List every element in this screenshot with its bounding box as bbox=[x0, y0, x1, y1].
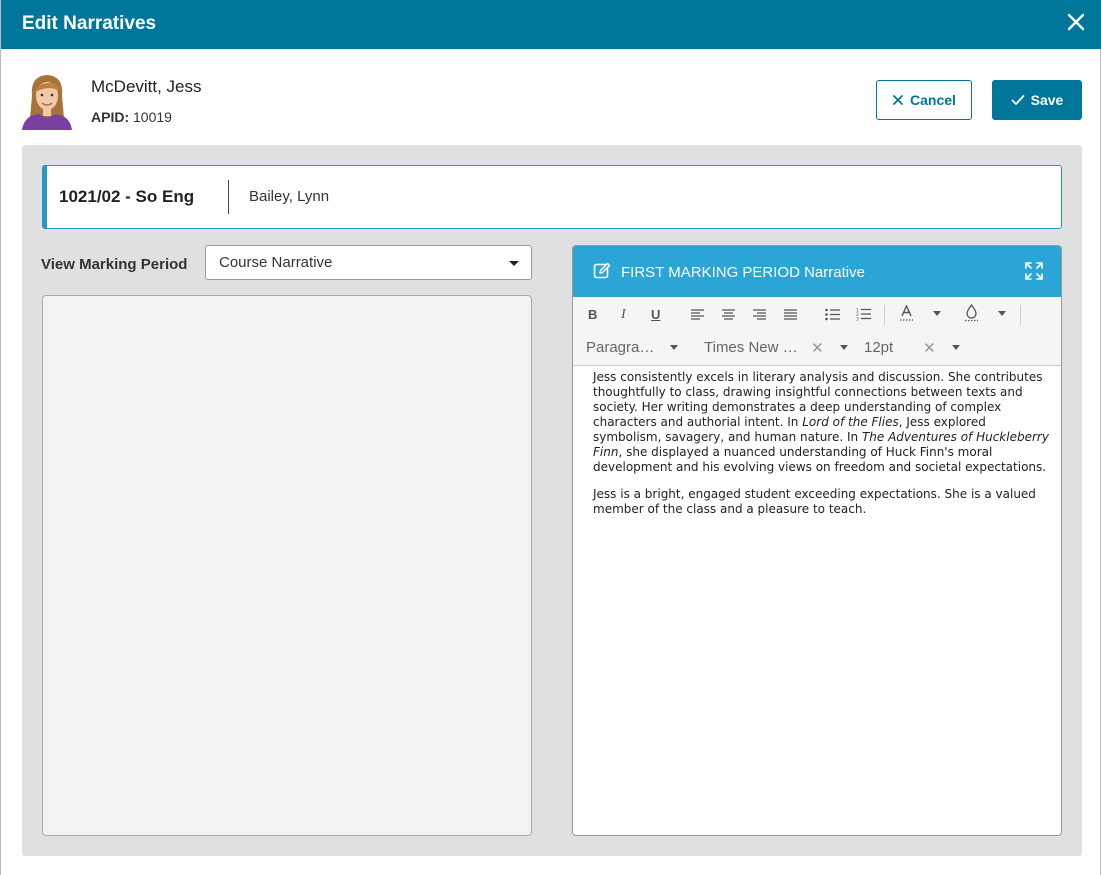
marking-period-label: View Marking Period bbox=[41, 256, 188, 273]
cancel-button[interactable]: Cancel bbox=[876, 80, 972, 120]
narrative-paragraph: Jess consistently excels in literary ana… bbox=[593, 370, 1049, 474]
chevron-down-icon[interactable] bbox=[998, 311, 1006, 316]
editor-header: FIRST MARKING PERIOD Narrative bbox=[573, 246, 1061, 297]
dialog-titlebar: Edit Narratives bbox=[1, 0, 1101, 49]
chevron-down-icon[interactable] bbox=[933, 311, 941, 316]
course-divider bbox=[228, 180, 229, 214]
toolbar-divider bbox=[1020, 305, 1021, 325]
clear-size-icon[interactable]: ✕ bbox=[923, 339, 936, 357]
paragraph-format-select[interactable]: Paragra… bbox=[586, 339, 654, 356]
bulleted-list-icon[interactable] bbox=[825, 308, 840, 321]
narrative-paragraph: Jess is a bright, engaged student exceed… bbox=[593, 487, 1036, 516]
course-bar: 1021/02 - So Eng Bailey, Lynn bbox=[42, 165, 1062, 229]
dialog-title: Edit Narratives bbox=[22, 13, 157, 34]
save-button[interactable]: Save bbox=[992, 80, 1082, 120]
italic-button[interactable]: I bbox=[621, 307, 626, 323]
numbered-list-icon[interactable]: 123 bbox=[856, 307, 871, 321]
edit-icon bbox=[593, 262, 611, 280]
narrative-preview-pane bbox=[42, 295, 532, 836]
apid: APID: 10019 bbox=[91, 109, 172, 125]
apid-value: 10019 bbox=[133, 109, 172, 125]
chevron-down-icon[interactable] bbox=[670, 345, 678, 350]
align-right-icon[interactable] bbox=[753, 309, 766, 320]
clear-font-icon[interactable]: ✕ bbox=[811, 339, 824, 357]
editor-title: FIRST MARKING PERIOD Narrative bbox=[621, 264, 865, 281]
font-family-select[interactable]: Times New … bbox=[704, 339, 798, 356]
align-justify-icon[interactable] bbox=[784, 309, 797, 320]
text-color-icon[interactable] bbox=[899, 305, 914, 322]
close-icon[interactable] bbox=[1064, 10, 1088, 34]
avatar bbox=[22, 72, 72, 130]
svg-text:3: 3 bbox=[856, 317, 859, 322]
underline-button[interactable]: U bbox=[651, 307, 660, 323]
align-center-icon[interactable] bbox=[722, 309, 735, 320]
apid-label: APID: bbox=[91, 109, 130, 125]
narrative-text-area[interactable]: Jess consistently excels in literary ana… bbox=[593, 370, 1055, 529]
close-icon bbox=[893, 95, 903, 105]
narrative-panel: 1021/02 - So Eng Bailey, Lynn View Marki… bbox=[22, 145, 1082, 856]
marking-period-select[interactable]: Course Narrative bbox=[205, 245, 532, 280]
highlight-color-icon[interactable] bbox=[964, 304, 979, 322]
edit-narratives-dialog: Edit Narratives McDevitt, Jess APID: 100… bbox=[0, 0, 1101, 875]
editor-toolbar: B I U 123 Paragra… Times New … ✕ 12pt ✕ bbox=[573, 297, 1061, 366]
toolbar-divider bbox=[884, 305, 885, 325]
teacher-name: Bailey, Lynn bbox=[249, 188, 330, 205]
save-label: Save bbox=[1030, 92, 1064, 108]
student-name: McDevitt, Jess bbox=[91, 77, 202, 96]
bold-button[interactable]: B bbox=[588, 307, 597, 323]
narrative-editor: FIRST MARKING PERIOD Narrative B I U 1 2… bbox=[572, 245, 1062, 836]
cancel-label: Cancel bbox=[910, 92, 956, 108]
course-code: 1021/02 - So Eng bbox=[59, 187, 195, 206]
checkmark-icon bbox=[1011, 95, 1025, 105]
chevron-down-icon[interactable] bbox=[952, 345, 960, 350]
expand-icon[interactable] bbox=[1025, 262, 1043, 280]
chevron-down-icon bbox=[509, 261, 519, 266]
align-left-icon[interactable] bbox=[691, 309, 704, 320]
font-size-select[interactable]: 12pt bbox=[864, 339, 893, 356]
marking-period-value: Course Narrative bbox=[219, 254, 333, 271]
chevron-down-icon[interactable] bbox=[840, 345, 848, 350]
